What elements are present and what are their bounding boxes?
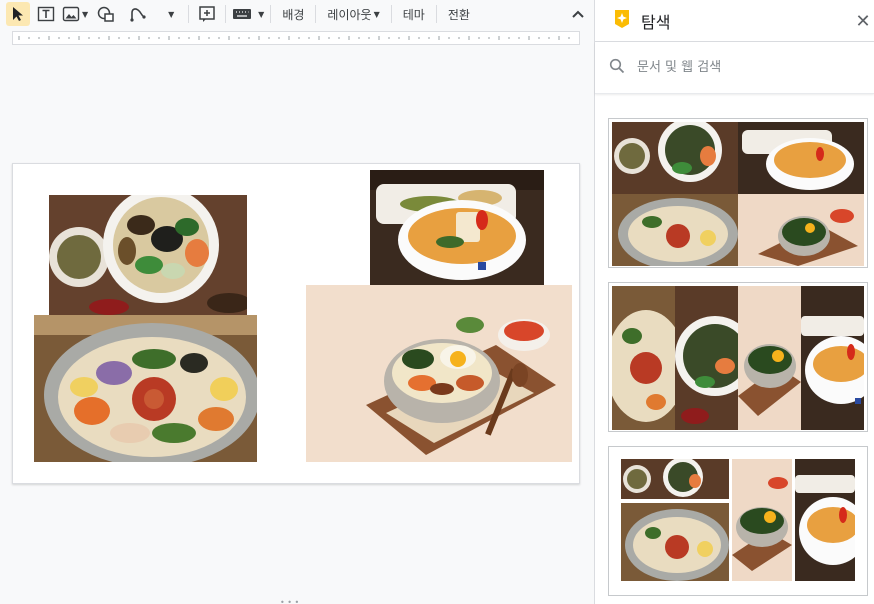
shape-icon[interactable]: [94, 2, 118, 26]
keyboard-icon[interactable]: ▼: [232, 2, 264, 26]
panel-header: 탐색 ✕: [595, 0, 874, 42]
add-comment-icon[interactable]: [195, 2, 219, 26]
toolbar-divider: [225, 5, 227, 23]
suggestion-3-thumb-d: [795, 459, 855, 581]
textbox-icon[interactable]: [34, 2, 58, 26]
horizontal-ruler[interactable]: [12, 31, 580, 45]
bibimbap-photo-top-left[interactable]: [49, 195, 247, 316]
search-bar: [595, 42, 874, 94]
panel-title: 탐색: [641, 12, 671, 32]
suggestion-3-thumb-b: [621, 503, 729, 581]
toolbar-divider: [270, 5, 272, 23]
suggestion-3-thumb-c: [732, 459, 792, 581]
theme-button[interactable]: 테마: [398, 2, 430, 26]
line-options-dropdown[interactable]: ▼: [158, 2, 182, 26]
suggestion-2-thumb-c: [738, 286, 801, 430]
line-icon[interactable]: [126, 2, 150, 26]
suggestion-1-thumb-b: [738, 122, 864, 194]
chevron-down-icon: ▼: [373, 9, 380, 19]
cursor-icon[interactable]: [6, 2, 30, 26]
toolbar-divider: [390, 5, 392, 23]
explore-panel: 탐색 ✕: [594, 0, 874, 604]
bibimbap-photo-bottom-left[interactable]: [34, 315, 257, 462]
resize-handle[interactable]: • • •: [280, 598, 299, 604]
slide[interactable]: [12, 163, 580, 484]
layout-label: 레이아웃: [327, 7, 372, 22]
slide-canvas: [0, 46, 594, 604]
suggestion-2-thumb-b: [675, 286, 738, 430]
image-icon[interactable]: ▼: [62, 2, 88, 26]
slides-editor: ▼ ▼ ▼ 배경 레이아웃 ▼ 테마 전환 • • • 탐색 ✕ 문서 및 웹 …: [0, 0, 874, 604]
toolbar: ▼ ▼ ▼ 배경 레이아웃 ▼ 테마 전환: [0, 0, 594, 28]
toolbar-divider: [315, 5, 317, 23]
suggestion-1-thumb-a: [612, 122, 738, 194]
search-icon: [609, 58, 625, 78]
explore-icon: [613, 9, 631, 33]
layout-suggestion-1[interactable]: [608, 118, 868, 268]
suggestion-1-thumb-d: [738, 194, 864, 266]
suggestion-3-thumb-a: [621, 459, 729, 499]
layout-suggestion-3[interactable]: [608, 446, 868, 596]
suggestion-1-thumb-c: [612, 194, 738, 266]
toolbar-divider: [188, 5, 190, 23]
transition-button[interactable]: 전환: [443, 2, 475, 26]
search-input[interactable]: [637, 60, 837, 75]
soup-photo-top-right[interactable]: [370, 170, 544, 285]
background-button[interactable]: 배경: [277, 2, 309, 26]
chevron-up-icon[interactable]: [566, 2, 590, 26]
toolbar-divider: [435, 5, 437, 23]
suggestion-2-thumb-d: [801, 286, 864, 430]
bibimbap-photo-bottom-right[interactable]: [306, 285, 572, 462]
layout-suggestion-2[interactable]: [608, 282, 868, 432]
layout-button[interactable]: 레이아웃 ▼: [322, 2, 384, 26]
suggestion-2-thumb-a: [612, 286, 675, 430]
close-icon[interactable]: ✕: [852, 10, 874, 32]
